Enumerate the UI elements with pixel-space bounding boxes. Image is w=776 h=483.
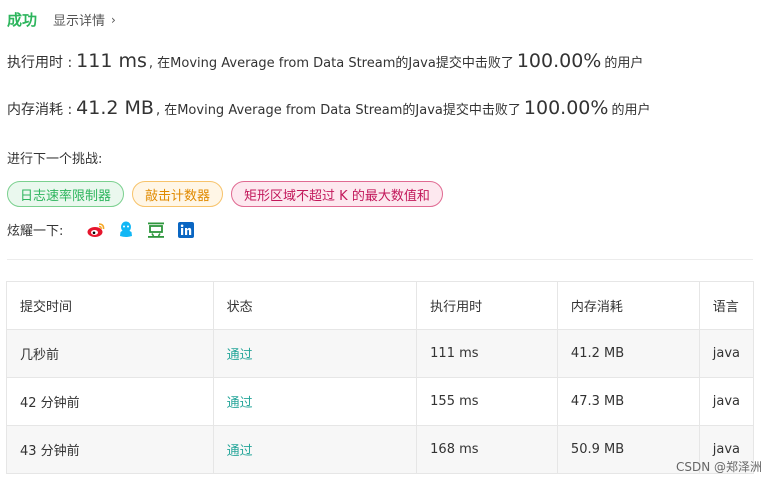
cell-memory: 47.3 MB <box>556 377 700 426</box>
header-submit-time: 提交时间 <box>6 281 214 330</box>
cell-status-link[interactable]: 通过 <box>212 329 418 378</box>
watermark-text: CSDN @郑泽洲 <box>675 460 762 474</box>
header-status: 状态 <box>212 281 418 330</box>
runtime-text: , 在Moving Average from Data Stream的Java提… <box>148 56 514 71</box>
table-row: 几秒前 通过 111 ms 41.2 MB java <box>6 329 755 378</box>
douban-icon[interactable] <box>147 221 165 239</box>
next-challenge-tags: 日志速率限制器 敲击计数器 矩形区域不超过 K 的最大数值和 <box>7 181 443 207</box>
memory-suffix: 的用户 <box>611 103 651 118</box>
memory-value: 41.2 MB <box>76 97 154 119</box>
runtime-percent: 100.00% <box>516 50 602 72</box>
header-memory: 内存消耗 <box>556 281 700 330</box>
memory-percent: 100.00% <box>523 97 609 119</box>
cell-memory: 41.2 MB <box>556 329 700 378</box>
table-row: 42 分钟前 通过 155 ms 47.3 MB java <box>6 377 755 426</box>
result-header: 成功 显示详情 › <box>7 9 116 30</box>
cell-status-link[interactable]: 通过 <box>212 425 418 474</box>
header-language: 语言 <box>698 281 755 330</box>
show-details-label: 显示详情 <box>53 14 106 29</box>
cell-runtime: 168 ms <box>416 425 558 474</box>
memory-label: 内存消耗 : <box>7 102 73 118</box>
cell-status-link[interactable]: 通过 <box>212 377 418 426</box>
challenge-tag-logger-rate-limiter[interactable]: 日志速率限制器 <box>7 181 125 207</box>
runtime-label: 执行用时 : <box>7 55 73 71</box>
challenge-tag-hit-counter[interactable]: 敲击计数器 <box>132 181 224 207</box>
share-label: 炫耀一下: <box>7 224 64 239</box>
submissions-table: 提交时间 状态 执行用时 内存消耗 语言 几秒前 通过 111 ms 41.2 … <box>6 281 755 474</box>
chevron-right-icon: › <box>111 12 116 27</box>
memory-text: , 在Moving Average from Data Stream的Java提… <box>155 103 521 118</box>
share-icons <box>87 221 195 239</box>
memory-stat: 内存消耗 : 41.2 MB , 在Moving Average from Da… <box>7 97 650 119</box>
share-row: 炫耀一下: <box>7 220 195 239</box>
weibo-icon[interactable] <box>87 221 105 239</box>
table-header-row: 提交时间 状态 执行用时 内存消耗 语言 <box>6 281 755 330</box>
runtime-stat: 执行用时 : 111 ms , 在Moving Average from Dat… <box>7 50 643 72</box>
next-challenge-label: 进行下一个挑战: <box>7 152 103 167</box>
cell-runtime: 155 ms <box>416 377 558 426</box>
cell-submit-time: 43 分钟前 <box>6 425 214 474</box>
cell-language: java <box>698 377 755 426</box>
runtime-suffix: 的用户 <box>604 56 644 71</box>
runtime-value: 111 ms <box>76 50 147 72</box>
status-success: 成功 <box>7 11 38 29</box>
header-runtime: 执行用时 <box>416 281 558 330</box>
cell-submit-time: 42 分钟前 <box>6 377 214 426</box>
cell-language: java <box>698 329 755 378</box>
cell-submit-time: 几秒前 <box>6 329 214 378</box>
qq-icon[interactable] <box>117 221 135 239</box>
section-divider <box>7 259 753 260</box>
linkedin-icon[interactable] <box>177 221 195 239</box>
cell-runtime: 111 ms <box>416 329 558 378</box>
table-row: 43 分钟前 通过 168 ms 50.9 MB java <box>6 425 755 474</box>
show-details-link[interactable]: 显示详情 › <box>53 10 116 30</box>
challenge-tag-max-sum-rectangle[interactable]: 矩形区域不超过 K 的最大数值和 <box>231 181 443 207</box>
